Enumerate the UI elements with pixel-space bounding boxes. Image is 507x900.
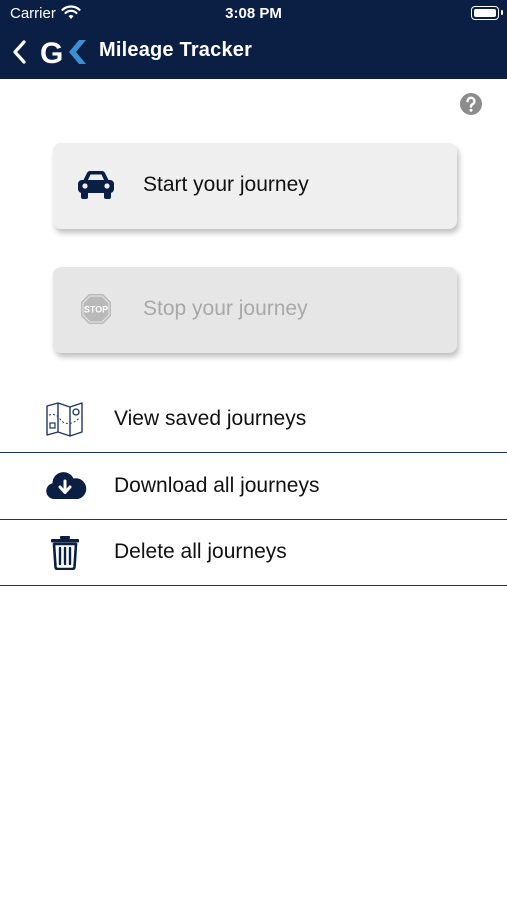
map-icon	[46, 402, 83, 437]
svg-text:G: G	[40, 37, 63, 68]
help-icon[interactable]	[459, 92, 483, 116]
download-all-journeys-row[interactable]: Download all journeys	[0, 454, 507, 520]
stop-sign-icon: STOP	[81, 294, 111, 324]
delete-all-journeys-row[interactable]: Delete all journeys	[0, 520, 507, 586]
gk-logo: G	[40, 37, 86, 68]
cloud-download-icon	[46, 472, 87, 499]
stop-sign-text: STOP	[84, 305, 108, 315]
status-bar: Carrier 3:08 PM	[0, 0, 507, 28]
download-all-journeys-label: Download all journeys	[114, 474, 320, 497]
view-saved-journeys-label: View saved journeys	[114, 407, 307, 430]
page-title: Mileage Tracker	[99, 39, 253, 61]
trash-icon	[51, 536, 79, 570]
battery-icon	[471, 6, 503, 20]
delete-all-journeys-label: Delete all journeys	[114, 540, 287, 563]
start-journey-label: Start your journey	[143, 173, 309, 196]
view-saved-journeys-row[interactable]: View saved journeys	[0, 387, 507, 453]
stop-journey-label: Stop your journey	[143, 297, 308, 320]
back-button[interactable]	[9, 38, 31, 66]
stop-journey-button[interactable]: STOP Stop your journey	[53, 267, 457, 353]
clock: 3:08 PM	[225, 5, 282, 22]
navigation-header: Carrier 3:08 PM G Mileage Tracker	[0, 0, 507, 79]
car-icon	[78, 171, 114, 199]
start-journey-button[interactable]: Start your journey	[53, 143, 457, 229]
